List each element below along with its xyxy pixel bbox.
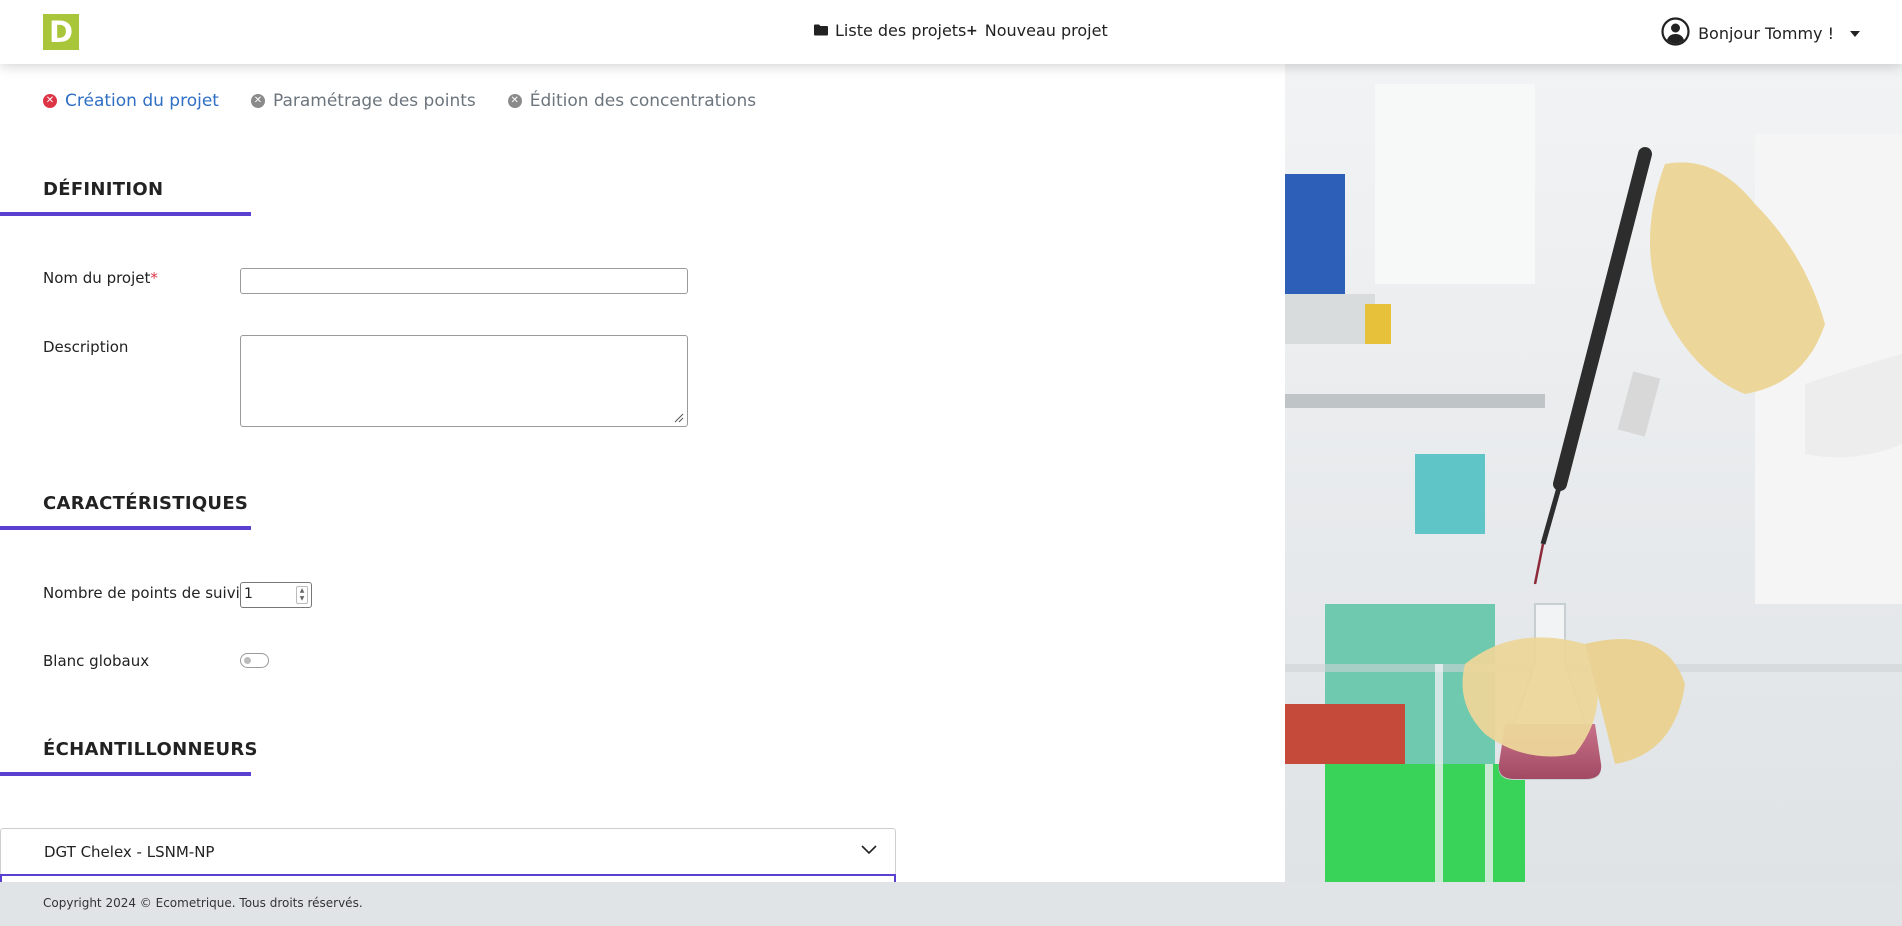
step-project-creation[interactable]: ✕ Création du projet — [43, 91, 219, 111]
user-menu[interactable]: Bonjour Tommy ! — [1661, 17, 1860, 50]
section-underline — [0, 212, 251, 216]
required-asterisk: * — [150, 269, 158, 287]
section-underline — [0, 772, 251, 776]
project-name-input[interactable] — [240, 268, 688, 294]
error-circle-icon: ✕ — [507, 94, 522, 108]
copyright-text: Copyright 2024 © Ecometrique. Tous droit… — [43, 896, 363, 910]
top-navbar: D Liste des projets + Nouveau projet Bon… — [0, 0, 1902, 64]
spinner-arrows-icon[interactable]: ▲ ▼ — [296, 586, 308, 604]
step-label: Paramétrage des points — [272, 91, 476, 111]
step-concentrations-edit[interactable]: ✕ Édition des concentrations — [507, 91, 757, 111]
plus-icon: + — [966, 22, 978, 39]
description-label: Description — [43, 338, 129, 356]
user-greeting: Bonjour Tommy ! — [1698, 24, 1834, 43]
nav-projects-link[interactable]: Liste des projets — [814, 21, 966, 40]
folder-icon — [814, 21, 828, 40]
global-blanks-label: Blanc globaux — [43, 652, 150, 670]
toggle-knob — [244, 657, 251, 664]
global-blanks-toggle[interactable] — [240, 653, 269, 668]
wizard-steps: ✕ Création du projet ✕ Paramétrage des p… — [43, 91, 756, 111]
points-count-stepper[interactable]: 1 ▲ ▼ — [240, 582, 312, 608]
points-count-label: Nombre de points de suivi — [43, 584, 240, 602]
section-title-samplers: ÉCHANTILLONNEURS — [43, 739, 258, 760]
nav-new-project-label: Nouveau projet — [984, 21, 1108, 40]
lab-photo — [1285, 64, 1902, 882]
error-circle-icon: ✕ — [43, 94, 57, 108]
step-label: Création du projet — [65, 91, 219, 111]
user-circle-icon — [1661, 17, 1690, 50]
page-footer: Copyright 2024 © Ecometrique. Tous droit… — [0, 882, 1902, 926]
description-textarea[interactable] — [240, 335, 688, 427]
chevron-down-icon — [861, 845, 877, 855]
nav-projects-label: Liste des projets — [835, 21, 967, 40]
sampler-panel-edge — [0, 874, 896, 882]
project-name-label-text: Nom du projet — [43, 269, 151, 287]
error-circle-icon: ✕ — [250, 94, 265, 108]
nav-new-project-link[interactable]: + Nouveau projet — [966, 21, 1108, 40]
sampler-select[interactable]: DGT Chelex - LSNM-NP — [0, 828, 896, 875]
resize-grip-icon[interactable] — [674, 413, 684, 423]
points-count-value: 1 — [244, 586, 253, 602]
lab-photo-illustration — [1285, 64, 1902, 882]
section-underline — [0, 526, 251, 530]
project-form-panel: ✕ Création du projet ✕ Paramétrage des p… — [0, 64, 1285, 882]
step-label: Édition des concentrations — [529, 91, 757, 111]
step-points-settings[interactable]: ✕ Paramétrage des points — [250, 91, 476, 111]
section-title-definition: DÉFINITION — [43, 179, 164, 200]
sampler-selected-value: DGT Chelex - LSNM-NP — [44, 843, 215, 861]
section-title-characteristics: CARACTÉRISTIQUES — [43, 493, 249, 514]
caret-down-icon — [1850, 30, 1860, 37]
project-name-label: Nom du projet* — [43, 269, 158, 287]
app-logo[interactable]: D — [43, 14, 79, 50]
